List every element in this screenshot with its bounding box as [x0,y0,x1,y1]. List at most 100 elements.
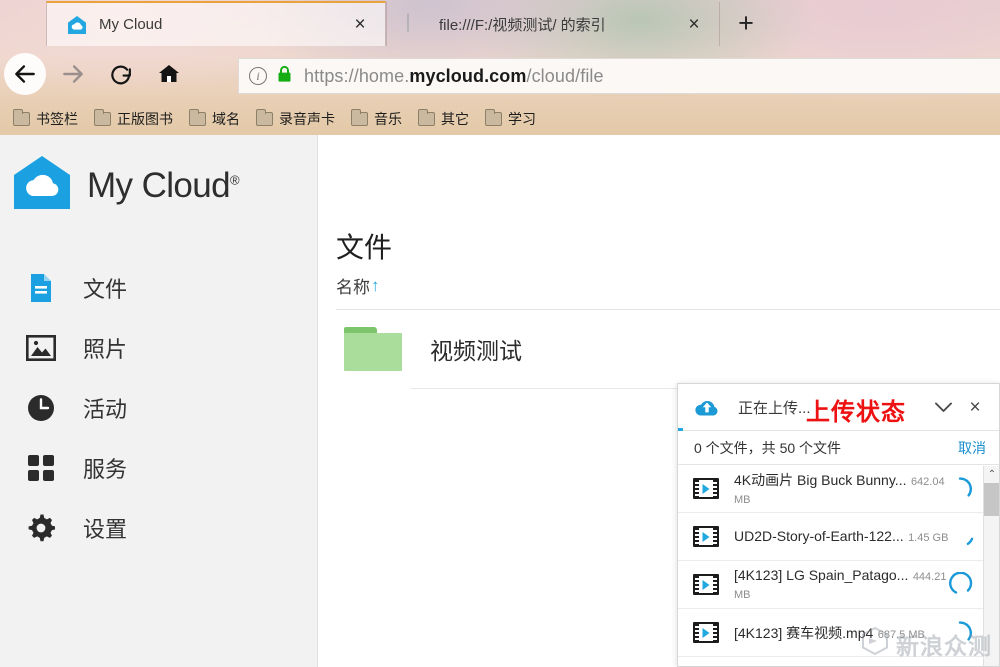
browser-chrome: My Cloud × file:///F:/视频测试/ 的索引 × + i ht… [0,0,1000,135]
url-text: https://home.mycloud.com/cloud/file [304,66,604,87]
upload-progress-indicator [678,428,683,431]
grid-icon [26,453,56,483]
upload-item-size: 1.45 GB [908,531,949,544]
sidebar-item-files[interactable]: 文件 [0,258,317,318]
bookmark-item[interactable]: 书签栏 [6,105,85,132]
brand-name-text: My Cloud [87,165,231,205]
sidebar-item-photos[interactable]: 照片 [0,318,317,378]
cancel-upload-link[interactable]: 取消 [958,438,986,458]
bookmark-item[interactable]: 正版图书 [87,105,180,132]
sidebar-item-label: 照片 [83,337,128,362]
bookmark-item[interactable]: 其它 [411,105,476,132]
back-button[interactable] [4,53,46,95]
tab-title: My Cloud [99,16,163,33]
folder-icon [418,108,435,126]
bookmark-label: 录音声卡 [279,110,335,127]
bookmark-label: 音乐 [374,110,402,127]
loading-spinner-icon [949,524,975,550]
clock-icon [26,393,56,423]
brand-header: My Cloud® [0,135,317,217]
sidebar-item-label: 文件 [83,277,128,302]
bookmark-label: 学习 [508,110,536,127]
upload-file-list[interactable]: 4K动画片 Big Buck Bunny... 642.04 MB UD2D-S… [678,465,999,666]
bookmark-label: 书签栏 [36,110,78,127]
browser-tab-file-index[interactable]: file:///F:/视频测试/ 的索引 × [386,2,720,46]
annotation-upload-status: 上传状态 [806,399,906,426]
cloud-house-icon [67,15,87,35]
upload-status-text: 正在上传... [738,399,811,417]
column-header-name[interactable]: 名称 ↑ [336,273,380,298]
bookmark-label: 域名 [212,110,240,127]
upload-list-item[interactable]: [4K123] 赛车视频.mp4 687.5 MB [678,609,999,657]
loading-spinner-icon [949,620,975,646]
folder-icon [94,108,111,126]
reload-icon [110,65,131,84]
video-file-icon [693,478,719,499]
scroll-up-icon[interactable]: ⌃ [984,466,999,483]
url-path: /cloud/file [526,65,604,86]
upload-summary-text: 0 个文件，共 50 个文件 [694,439,842,456]
upload-list-item[interactable]: UD2D-Story-of-Earth-122... 1.45 GB [678,513,999,561]
upload-panel-header: 正在上传... 上传状态 × [678,384,999,431]
page-info-icon[interactable]: i [249,67,267,85]
bookmark-item[interactable]: 录音声卡 [249,105,342,132]
home-icon [159,65,179,82]
photo-icon [26,333,56,363]
bookmark-item[interactable]: 域名 [182,105,247,132]
folder-icon [485,108,502,126]
upload-status-panel: 正在上传... 上传状态 × 0 个文件，共 50 个文件 取消 4K动画片 B… [677,383,1000,667]
drive-icon [407,13,427,34]
sidebar-item-label: 活动 [83,397,128,422]
sort-ascending-icon: ↑ [371,275,380,295]
upload-summary-row: 0 个文件，共 50 个文件 取消 [678,431,999,465]
new-tab-button[interactable]: + [731,8,761,38]
lock-icon [277,65,292,88]
browser-tab-my-cloud[interactable]: My Cloud × [46,1,386,46]
sidebar-item-label: 服务 [83,457,128,482]
reload-button[interactable] [100,53,142,95]
file-list-row[interactable]: 视频测试 [319,310,1000,388]
sidebar: My Cloud® 文件 照片 活动 服务 设置 [0,135,318,667]
sidebar-item-services[interactable]: 服务 [0,438,317,498]
upload-list-scrollbar[interactable]: ⌃ [983,466,999,666]
close-icon[interactable]: × [961,393,989,421]
page-title: 文件 [336,232,393,263]
arrow-left-icon [15,65,35,83]
document-icon [26,273,56,303]
column-header-label: 名称 [336,278,370,297]
home-button[interactable] [148,53,190,95]
upload-item-name: [4K123] 赛车视频.mp4 [734,624,874,641]
loading-spinner-icon [949,476,975,502]
upload-list-item[interactable]: 4K动画片 Big Buck Bunny... 642.04 MB [678,465,999,513]
folder-icon [351,108,368,126]
arrow-right-icon [63,65,83,83]
bookmarks-bar: 书签栏 正版图书 域名 录音声卡 音乐 其它 学习 [0,102,1000,135]
close-icon[interactable]: × [681,11,707,37]
upload-list-item[interactable]: [4K123] LG Spain_Patago... 444.21 MB [678,561,999,609]
address-bar[interactable]: i https://home.mycloud.com/cloud/file [238,58,1000,94]
sidebar-item-activity[interactable]: 活动 [0,378,317,438]
registered-mark: ® [230,171,240,187]
tab-title: file:///F:/视频测试/ 的索引 [439,16,606,34]
scrollbar-thumb[interactable] [984,483,999,516]
folder-icon [256,108,273,126]
cloud-upload-icon [694,397,720,417]
chevron-down-icon[interactable] [929,393,957,421]
file-name-label: 视频测试 [430,338,522,364]
video-file-icon [693,622,719,643]
video-file-icon [693,526,719,547]
loading-spinner-icon [949,571,975,598]
upload-item-name: UD2D-Story-of-Earth-122... [734,527,904,544]
close-icon[interactable]: × [347,12,373,38]
folder-icon [13,108,30,126]
bookmark-item[interactable]: 学习 [478,105,543,132]
sidebar-nav: 文件 照片 活动 服务 设置 [0,258,317,558]
folder-icon [189,108,206,126]
sidebar-item-label: 设置 [83,517,128,542]
sidebar-item-settings[interactable]: 设置 [0,498,317,558]
upload-item-size: 687.5 MB [877,628,925,641]
bookmark-item[interactable]: 音乐 [344,105,409,132]
url-host: mycloud.com [409,65,527,86]
forward-button[interactable] [52,53,94,95]
video-file-icon [693,574,719,595]
